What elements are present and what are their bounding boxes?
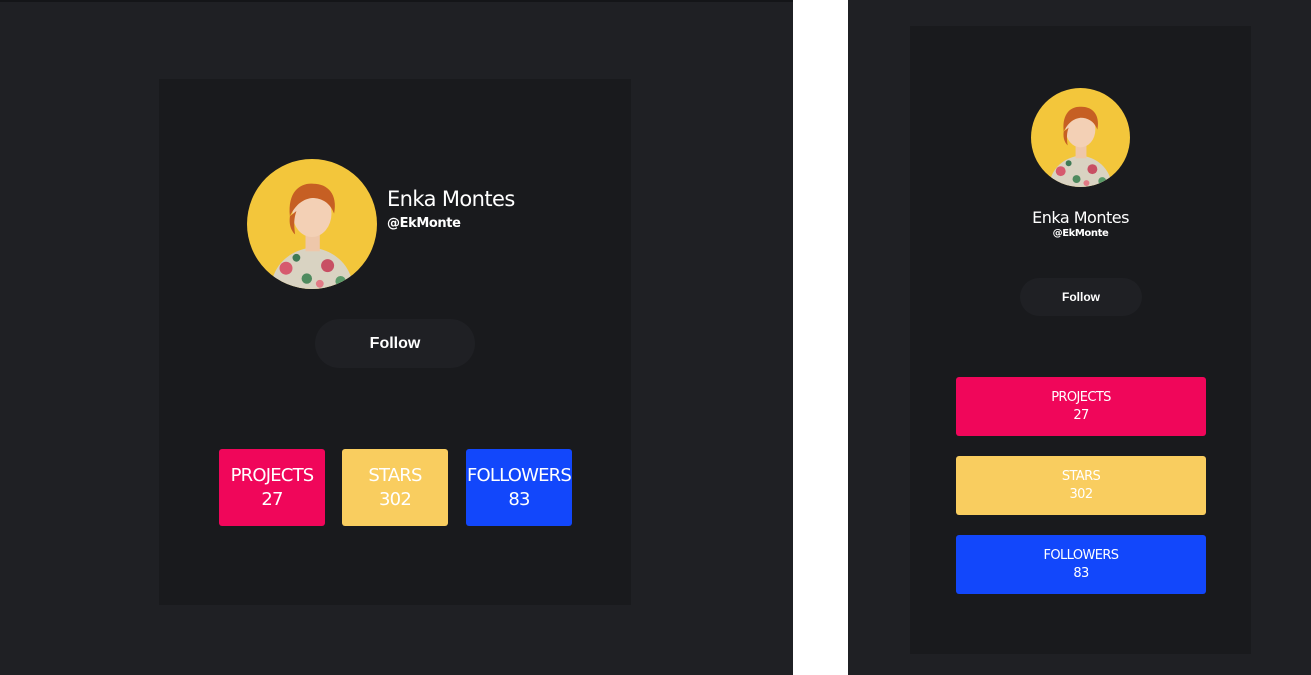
profile-name: Enka Montes [387,187,515,211]
mobile-view: Enka Montes @EkMonte Follow PROJECTS 27 … [848,0,1311,675]
stat-stars[interactable]: STARS 302 [956,456,1206,515]
profile-card: Enka Montes @EkMonte Follow PROJECTS 27 … [159,79,631,605]
stat-value: 302 [379,488,412,510]
stat-projects[interactable]: PROJECTS 27 [956,377,1206,436]
profile-handle: @EkMonte [1052,228,1109,239]
screenshot-stage: Enka Montes @EkMonte Follow PROJECTS 27 … [0,0,1311,675]
stat-stars[interactable]: STARS 302 [342,449,448,526]
stat-followers[interactable]: FOLLOWERS 83 [956,535,1206,594]
follow-button[interactable]: Follow [1020,278,1142,316]
stat-value: 83 [1073,565,1089,581]
stat-label: FOLLOWERS [1043,547,1120,563]
stat-label: PROJECTS [230,464,315,486]
stat-value: 302 [1069,486,1093,502]
view-divider [793,0,848,675]
stat-label: STARS [1061,468,1101,484]
stat-followers[interactable]: FOLLOWERS 83 [466,449,572,526]
follow-button[interactable]: Follow [315,319,475,368]
desktop-view: Enka Montes @EkMonte Follow PROJECTS 27 … [0,0,793,675]
stat-label: STARS [368,464,422,486]
stat-value: 27 [261,488,283,510]
person-portrait-icon [1031,88,1130,187]
stat-value: 83 [508,488,530,510]
stat-label: PROJECTS [1051,389,1111,405]
profile-name: Enka Montes [1032,208,1129,227]
avatar [1031,88,1130,187]
profile-card: Enka Montes @EkMonte Follow PROJECTS 27 … [910,26,1251,654]
stat-projects[interactable]: PROJECTS 27 [219,449,325,526]
stats-row: PROJECTS 27 STARS 302 FOLLOWERS 83 [219,449,572,526]
stat-value: 27 [1073,407,1089,423]
stat-label: FOLLOWERS [466,464,572,486]
avatar [247,159,377,289]
profile-handle: @EkMonte [387,216,461,231]
person-portrait-icon [247,159,377,289]
